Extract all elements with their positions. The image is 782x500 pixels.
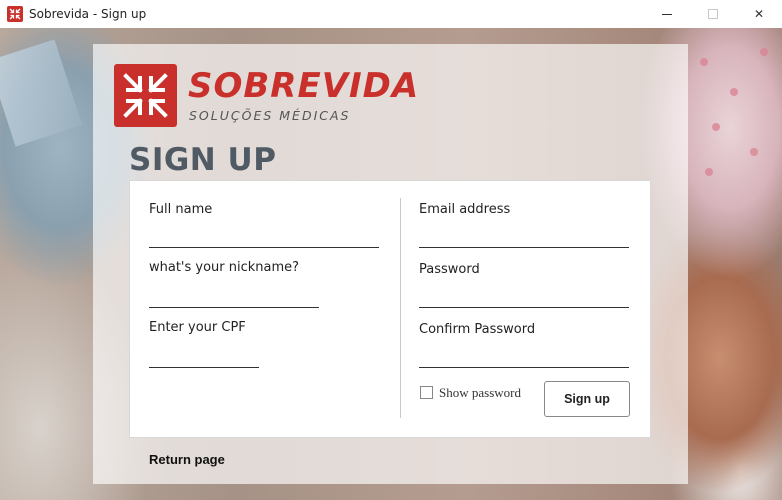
close-button[interactable]: ✕ bbox=[736, 0, 782, 28]
full-name-label: Full name bbox=[149, 202, 213, 217]
window-title: Sobrevida - Sign up bbox=[29, 7, 147, 21]
close-icon: ✕ bbox=[753, 7, 765, 21]
show-password-label: Show password bbox=[439, 385, 521, 400]
page-title: SIGN UP bbox=[129, 142, 277, 178]
maximize-icon bbox=[708, 9, 718, 19]
brand-tagline: SOLUÇÕES MÉDICAS bbox=[189, 108, 351, 123]
title-bar: Sobrevida - Sign up ✕ bbox=[0, 0, 782, 28]
nickname-label: what's your nickname? bbox=[149, 260, 300, 275]
background-flower bbox=[750, 148, 758, 156]
app-icon bbox=[7, 6, 23, 22]
cpf-label: Enter your CPF bbox=[149, 320, 246, 335]
background-flower bbox=[700, 58, 708, 66]
cpf-input[interactable] bbox=[149, 348, 259, 368]
email-label: Email address bbox=[419, 202, 511, 217]
show-password-checkbox[interactable] bbox=[420, 386, 433, 399]
password-label: Password bbox=[419, 262, 480, 277]
minimize-button[interactable] bbox=[644, 0, 690, 28]
background-flower bbox=[760, 48, 768, 56]
brand-name: SOBREVIDA bbox=[188, 66, 420, 106]
background-flower bbox=[705, 168, 713, 176]
nickname-input[interactable] bbox=[149, 288, 319, 308]
minimize-icon bbox=[662, 13, 672, 15]
maximize-button[interactable] bbox=[690, 0, 736, 28]
return-page-link[interactable]: Return page bbox=[149, 452, 225, 467]
background-flower bbox=[730, 88, 738, 96]
form-divider bbox=[400, 198, 401, 418]
email-input[interactable] bbox=[419, 228, 629, 248]
password-input[interactable] bbox=[419, 288, 629, 308]
confirm-password-input[interactable] bbox=[419, 348, 629, 368]
confirm-password-label: Confirm Password bbox=[419, 322, 536, 337]
sobrevida-logo-icon bbox=[114, 64, 177, 127]
full-name-input[interactable] bbox=[149, 228, 379, 248]
sign-up-button[interactable]: Sign up bbox=[544, 381, 630, 417]
background-flower bbox=[712, 123, 720, 131]
background-mask-detail bbox=[0, 39, 83, 147]
